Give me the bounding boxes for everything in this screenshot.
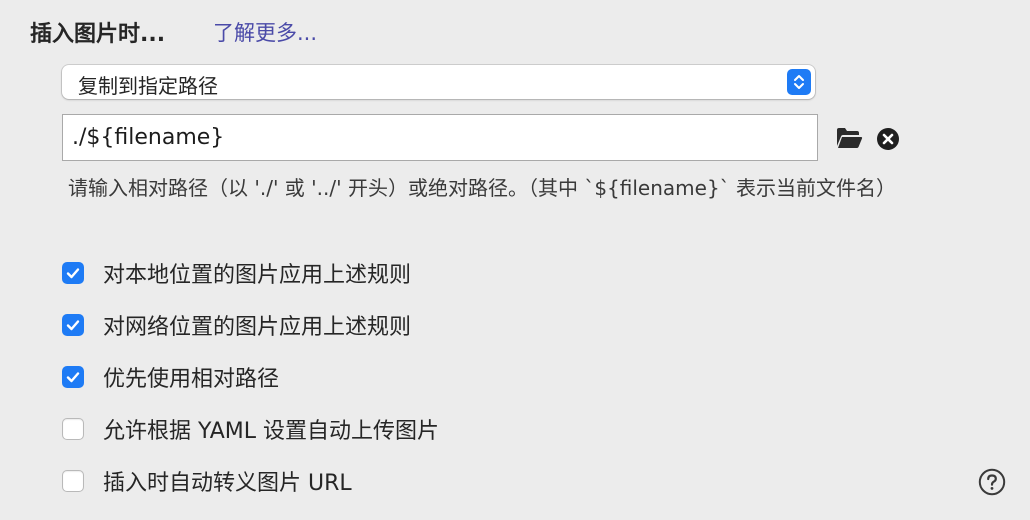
- learn-more-link[interactable]: 了解更多...: [213, 17, 317, 47]
- image-action-select-value: 复制到指定路径: [78, 74, 218, 98]
- option-label: 插入时自动转义图片 URL: [103, 471, 352, 496]
- clear-circle-icon[interactable]: [876, 127, 900, 151]
- checkbox-checked[interactable]: [62, 314, 84, 336]
- option-escape-url[interactable]: 插入时自动转义图片 URL: [62, 466, 352, 496]
- option-yaml-upload[interactable]: 允许根据 YAML 设置自动上传图片: [62, 414, 439, 444]
- checkbox-checked[interactable]: [62, 262, 84, 284]
- folder-icon[interactable]: [835, 126, 863, 150]
- option-label: 允许根据 YAML 设置自动上传图片: [103, 419, 440, 444]
- image-path-input[interactable]: [62, 114, 818, 161]
- option-label: 对本地位置的图片应用上述规则: [103, 263, 412, 288]
- checkbox-checked[interactable]: [62, 366, 84, 388]
- option-apply-local[interactable]: 对本地位置的图片应用上述规则: [62, 258, 411, 288]
- question-circle-icon[interactable]: [978, 468, 1006, 496]
- option-label: 优先使用相对路径: [103, 367, 280, 392]
- option-apply-network[interactable]: 对网络位置的图片应用上述规则: [62, 310, 411, 340]
- checkbox-unchecked[interactable]: [62, 470, 84, 492]
- option-label: 对网络位置的图片应用上述规则: [103, 315, 412, 340]
- option-prefer-relative[interactable]: 优先使用相对路径: [62, 362, 279, 392]
- checkbox-unchecked[interactable]: [62, 418, 84, 440]
- image-insert-settings-panel: 插入图片时... 了解更多... 复制到指定路径 请输入相对路径（以 './' …: [0, 0, 1030, 520]
- select-stepper-icon: [787, 69, 811, 95]
- path-hint-text: 请输入相对路径（以 './' 或 '../' 开头）或绝对路径。（其中 `${f…: [68, 176, 897, 200]
- image-action-select[interactable]: 复制到指定路径: [62, 65, 815, 99]
- section-title: 插入图片时...: [30, 22, 166, 47]
